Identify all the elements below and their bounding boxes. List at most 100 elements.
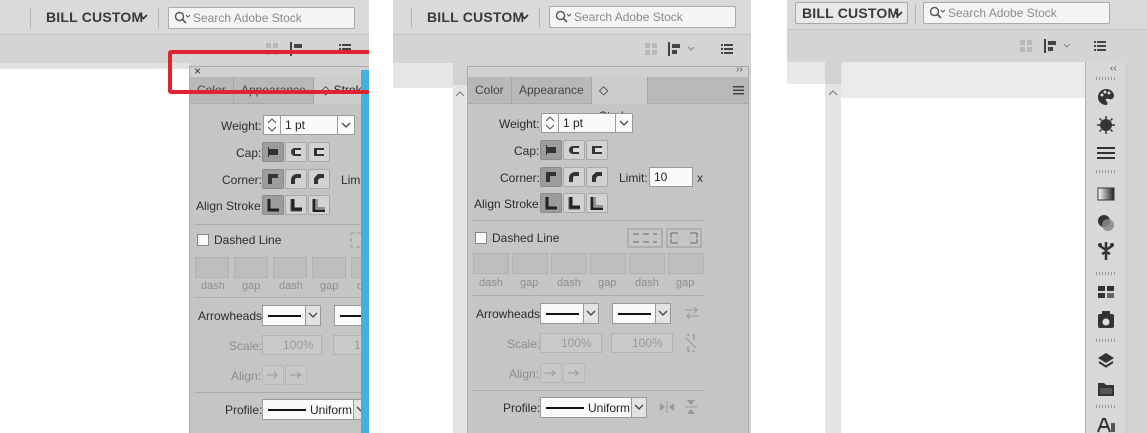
align-icon[interactable] bbox=[1044, 39, 1072, 53]
artboards-icon[interactable] bbox=[1096, 284, 1116, 300]
butt-cap-button[interactable] bbox=[262, 142, 284, 162]
dash-preserve-exact-icon[interactable] bbox=[627, 228, 663, 248]
vertical-scrollbar[interactable] bbox=[825, 84, 841, 433]
align-outside-button[interactable] bbox=[586, 193, 608, 213]
gradient-icon[interactable] bbox=[1096, 186, 1116, 202]
search-adobe-stock-input[interactable]: Search Adobe Stock bbox=[549, 6, 736, 28]
scroll-up-icon[interactable] bbox=[828, 89, 838, 97]
dash-2-field[interactable] bbox=[273, 257, 307, 278]
chevron-down-icon[interactable] bbox=[520, 14, 529, 20]
dashed-line-checkbox[interactable] bbox=[197, 234, 209, 246]
projecting-cap-button[interactable] bbox=[308, 142, 330, 162]
align-inside-button[interactable] bbox=[285, 195, 307, 215]
flip-across-icon[interactable] bbox=[684, 399, 698, 415]
end-arrowhead-dropdown[interactable] bbox=[612, 303, 656, 324]
start-arrowhead-chevron[interactable] bbox=[583, 303, 599, 324]
dash-align-corners-icon[interactable] bbox=[666, 228, 702, 248]
align-outside-button[interactable] bbox=[308, 195, 330, 215]
butt-cap-button[interactable] bbox=[540, 140, 562, 160]
workspace-switcher[interactable]: BILL CUSTOM bbox=[427, 9, 524, 25]
panel-menu-icon[interactable] bbox=[721, 44, 733, 54]
arrow-tip-align-button[interactable] bbox=[540, 363, 562, 383]
dashed-line-checkbox[interactable] bbox=[475, 232, 487, 244]
tab-color[interactable]: Color bbox=[468, 77, 512, 104]
search-adobe-stock-input[interactable]: Search Adobe Stock bbox=[923, 2, 1110, 24]
dash-2-field[interactable] bbox=[551, 253, 587, 274]
weight-dropdown[interactable] bbox=[337, 115, 355, 135]
start-arrowhead-chevron[interactable] bbox=[305, 305, 321, 326]
flip-along-icon[interactable] bbox=[659, 400, 675, 414]
scroll-up-icon[interactable] bbox=[455, 90, 465, 98]
end-scale-input[interactable]: 100% bbox=[611, 333, 673, 353]
character-icon[interactable] bbox=[1096, 417, 1116, 433]
gap-2-field[interactable] bbox=[590, 253, 626, 274]
profile-dropdown[interactable]: Uniform bbox=[540, 397, 632, 418]
workspace-switcher[interactable]: BILL CUSTOM bbox=[795, 2, 908, 24]
dock-grip[interactable] bbox=[1096, 170, 1116, 173]
dock-grip[interactable] bbox=[1096, 77, 1116, 80]
dash-1-field[interactable] bbox=[195, 257, 229, 278]
round-join-button[interactable] bbox=[563, 167, 585, 187]
grid-icon[interactable] bbox=[645, 43, 657, 55]
artboard-canvas[interactable] bbox=[393, 63, 453, 433]
asset-export-icon[interactable] bbox=[1096, 310, 1116, 330]
start-scale-input[interactable]: 100% bbox=[540, 333, 602, 353]
arrow-tip-align-button[interactable] bbox=[262, 365, 284, 385]
dash-1-field[interactable] bbox=[473, 253, 509, 274]
gap-1-field[interactable] bbox=[512, 253, 548, 274]
collapse-panel-button[interactable]: ›› bbox=[736, 64, 743, 75]
start-arrowhead-dropdown[interactable] bbox=[540, 303, 584, 324]
expand-dock-button[interactable]: ‹‹ bbox=[1110, 63, 1117, 74]
workspace-switcher[interactable]: BILL CUSTOM bbox=[46, 9, 143, 25]
start-arrowhead-dropdown[interactable] bbox=[262, 305, 306, 326]
weight-dropdown[interactable] bbox=[615, 113, 633, 133]
panel-options-menu-icon[interactable] bbox=[733, 86, 744, 95]
align-icon[interactable] bbox=[668, 42, 696, 56]
projecting-cap-button[interactable] bbox=[586, 140, 608, 160]
search-adobe-stock-input[interactable]: Search Adobe Stock bbox=[168, 7, 355, 29]
round-join-button[interactable] bbox=[285, 169, 307, 189]
gap-3-field[interactable] bbox=[668, 253, 704, 274]
align-inside-button[interactable] bbox=[563, 193, 585, 213]
stroke-lines-icon[interactable] bbox=[1096, 145, 1116, 161]
sunburst-brush-icon[interactable] bbox=[1096, 115, 1116, 135]
profile-chevron[interactable] bbox=[631, 397, 647, 418]
start-scale-input[interactable]: 100% bbox=[262, 335, 322, 355]
puppet-warp-icon[interactable] bbox=[1096, 240, 1116, 262]
dock-grip[interactable] bbox=[1096, 405, 1116, 408]
link-scale-icon[interactable] bbox=[684, 334, 698, 352]
artboard-canvas[interactable] bbox=[0, 63, 190, 433]
bevel-join-button[interactable] bbox=[308, 169, 330, 189]
weight-stepper[interactable] bbox=[263, 115, 281, 135]
bevel-join-button[interactable] bbox=[586, 167, 608, 187]
tab-appearance[interactable]: Appearance bbox=[512, 77, 592, 104]
gap-1-field[interactable] bbox=[234, 257, 268, 278]
swap-arrowheads-icon[interactable] bbox=[684, 306, 700, 320]
transparency-icon[interactable] bbox=[1096, 213, 1116, 233]
tab-stroke[interactable]: ◇ Stroke bbox=[592, 77, 648, 123]
artboard-canvas-area[interactable] bbox=[841, 62, 1085, 433]
weight-input[interactable]: 1 pt bbox=[280, 115, 338, 135]
libraries-folder-icon[interactable] bbox=[1096, 380, 1116, 398]
gap-2-field[interactable] bbox=[312, 257, 346, 278]
profile-dropdown[interactable]: Uniform bbox=[262, 399, 354, 420]
panel-title-strip[interactable]: ›› bbox=[468, 64, 748, 77]
miter-join-button[interactable] bbox=[262, 169, 284, 189]
grid-icon[interactable] bbox=[1020, 40, 1032, 52]
arrow-end-align-button[interactable] bbox=[563, 363, 585, 383]
round-cap-button[interactable] bbox=[563, 140, 585, 160]
chevron-down-icon[interactable] bbox=[139, 14, 148, 20]
end-arrowhead-chevron[interactable] bbox=[655, 303, 671, 324]
weight-input[interactable]: 1 pt bbox=[558, 113, 616, 133]
miter-join-button[interactable] bbox=[540, 167, 562, 187]
dock-grip[interactable] bbox=[1096, 272, 1116, 275]
layers-icon[interactable] bbox=[1096, 351, 1116, 371]
panel-menu-icon[interactable] bbox=[1094, 41, 1106, 51]
dash-3-field[interactable] bbox=[629, 253, 665, 274]
align-center-button[interactable] bbox=[262, 195, 284, 215]
arrow-end-align-button[interactable] bbox=[285, 365, 307, 385]
artboard-canvas[interactable] bbox=[787, 62, 825, 433]
vertical-scrollbar[interactable] bbox=[453, 85, 467, 433]
color-palette-icon[interactable] bbox=[1096, 87, 1116, 107]
align-center-button[interactable] bbox=[540, 193, 562, 213]
